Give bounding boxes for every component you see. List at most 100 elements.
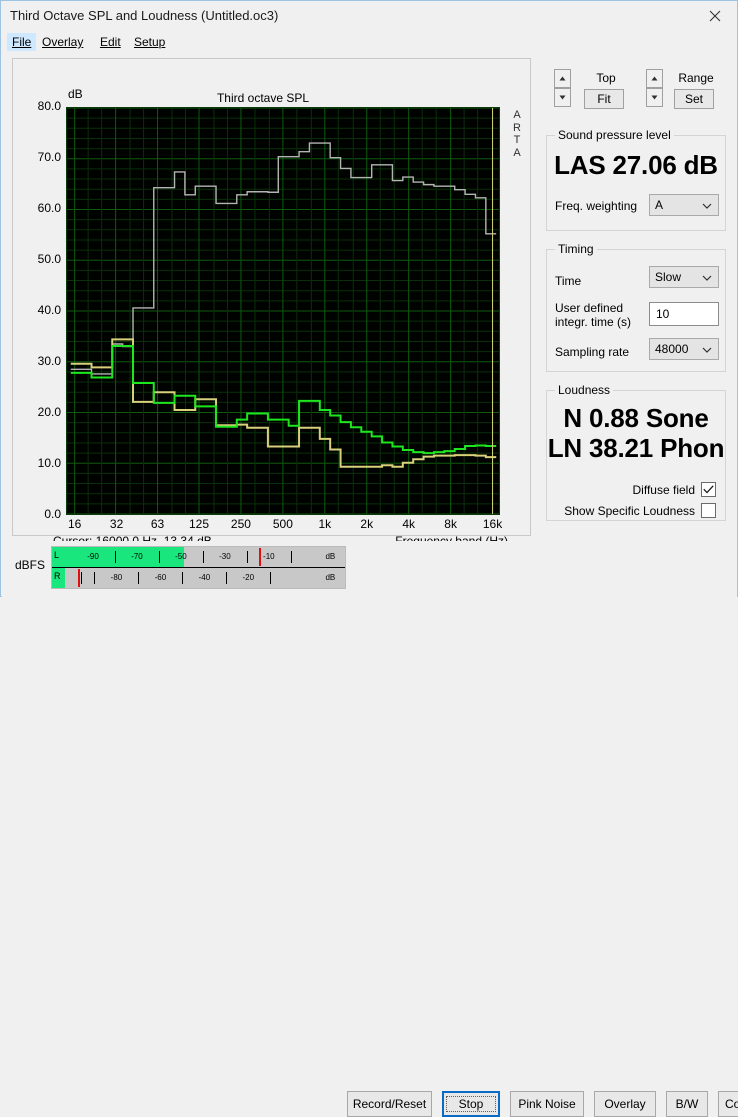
dbfs-label: dBFS	[15, 558, 45, 572]
timing-group: Timing Time Slow User defined integr. ti…	[546, 249, 726, 372]
y-axis-tick-label: 50.0	[38, 252, 61, 266]
menu-item-edit[interactable]: Edit	[95, 33, 126, 51]
menu-item-setup[interactable]: Setup	[129, 33, 170, 51]
integr-time-input[interactable]: 10	[649, 302, 719, 326]
level-meter-left-fill	[52, 547, 184, 567]
level-meter[interactable]: L -90-70-50-30-10dB R -80-60-40-20dB	[51, 546, 346, 589]
y-axis-tick-label: 10.0	[38, 456, 61, 470]
range-spinner[interactable]	[646, 69, 663, 107]
y-axis-tick-label: 20.0	[38, 405, 61, 419]
level-meter-tick-mark	[291, 551, 292, 563]
level-meter-tick-mark	[182, 572, 183, 584]
arta-watermark: ARTA	[508, 109, 526, 159]
y-axis-tick-label: 70.0	[38, 150, 61, 164]
menu-item-edit-label: Edit	[100, 35, 121, 49]
menu-item-overlay[interactable]: Overlay	[37, 33, 88, 51]
y-axis-tick-label: 30.0	[38, 354, 61, 368]
top-fit-button[interactable]: Fit	[584, 89, 624, 109]
level-meter-tick-label: -80	[111, 573, 123, 582]
spl-group-title: Sound pressure level	[555, 128, 674, 142]
integr-time-label-line1: User defined	[555, 301, 623, 315]
range-spinner-down-triangle-down-icon[interactable]	[646, 88, 663, 107]
freq-weighting-label: Freq. weighting	[555, 199, 637, 213]
copy-button[interactable]: Copy	[718, 1091, 738, 1117]
spl-plot-svg	[67, 108, 499, 514]
loudness-sone-value: N 0.88 Sone	[547, 403, 725, 434]
sampling-rate-value: 48000	[655, 342, 688, 356]
spl-plot-area[interactable]	[66, 107, 500, 515]
x-axis-tick-label: 16k	[483, 517, 502, 531]
x-axis-tick-label: 500	[273, 517, 293, 531]
level-meter-tick-mark	[138, 572, 139, 584]
level-meter-tick-mark	[115, 551, 116, 563]
y-axis-labels: 0.010.020.030.040.050.060.070.080.0	[13, 99, 63, 523]
record-reset-button[interactable]: Record/Reset	[347, 1091, 432, 1117]
checkmark-icon	[703, 485, 714, 494]
level-meter-tick-label: -10	[263, 552, 275, 561]
x-axis-tick-label: 8k	[444, 517, 457, 531]
range-label: Range	[666, 71, 726, 85]
series-trace	[71, 143, 496, 374]
pink-noise-button[interactable]: Pink Noise	[510, 1091, 584, 1117]
bottom-bar: dBFS L -90-70-50-30-10dB R -80-60-40-20d…	[2, 541, 737, 597]
loudness-group-title: Loudness	[555, 383, 613, 397]
level-meter-left-channel-label: L	[54, 550, 59, 560]
loudness-phon-value: LN 38.21 Phon	[547, 433, 725, 464]
sampling-rate-select[interactable]: 48000	[649, 338, 719, 360]
level-meter-tick-label: -20	[243, 573, 255, 582]
top-spinner-up-triangle-up-icon[interactable]	[554, 69, 571, 88]
y-axis-tick-label: 60.0	[38, 201, 61, 215]
level-meter-unit-label: dB	[325, 573, 335, 582]
show-specific-loudness-checkbox[interactable]	[701, 503, 716, 518]
time-label: Time	[555, 274, 581, 288]
range-set-button[interactable]: Set	[674, 89, 714, 109]
stop-button[interactable]: Stop	[442, 1091, 500, 1117]
window-title: Third Octave SPL and Loudness (Untitled.…	[10, 8, 278, 23]
arta-letter: A	[508, 147, 526, 160]
freq-weighting-select[interactable]: A	[649, 194, 719, 216]
level-meter-right-peak	[78, 569, 80, 587]
loudness-group: Loudness N 0.88 Sone LN 38.21 Phon Diffu…	[546, 390, 726, 521]
level-meter-tick-mark	[270, 572, 271, 584]
time-select[interactable]: Slow	[649, 266, 719, 288]
menu-bar: File Overlay Edit Setup	[1, 32, 737, 52]
freq-weighting-value: A	[655, 198, 663, 212]
menu-item-file-label: File	[12, 35, 31, 49]
chevron-down-icon	[702, 195, 712, 217]
overlay-button[interactable]: Overlay	[594, 1091, 656, 1117]
level-meter-left-row: L -90-70-50-30-10dB	[52, 547, 345, 567]
level-meter-tick-mark	[94, 572, 95, 584]
level-meter-tick-label: -50	[175, 552, 187, 561]
x-axis-tick-label: 63	[151, 517, 164, 531]
chart-panel: dB Third octave SPL 0.010.020.030.040.05…	[12, 58, 531, 536]
spl-value: LAS 27.06 dB	[547, 150, 725, 181]
level-meter-tick-label: -70	[131, 552, 143, 561]
stop-button-label: Stop	[446, 1096, 496, 1112]
level-meter-right-row: R -80-60-40-20dB	[52, 568, 345, 588]
title-bar: Third Octave SPL and Loudness (Untitled.…	[1, 1, 737, 31]
menu-item-file[interactable]: File	[7, 33, 36, 51]
bw-button[interactable]: B/W	[666, 1091, 708, 1117]
sampling-rate-label: Sampling rate	[555, 345, 629, 359]
range-spinner-up-triangle-up-icon[interactable]	[646, 69, 663, 88]
arta-letter: T	[508, 134, 526, 147]
chevron-down-icon	[702, 267, 712, 289]
arta-letter: R	[508, 122, 526, 135]
top-label: Top	[576, 71, 636, 85]
x-axis-tick-label: 32	[110, 517, 123, 531]
level-meter-tick-label: -90	[87, 552, 99, 561]
close-icon[interactable]	[692, 1, 737, 31]
top-spinner-down-triangle-down-icon[interactable]	[554, 88, 571, 107]
x-axis-tick-label: 125	[189, 517, 209, 531]
series-trace	[71, 339, 496, 466]
diffuse-field-row[interactable]: Diffuse field	[633, 482, 716, 497]
x-axis-labels: 1632631252505001k2k4k8k16k	[13, 517, 532, 533]
arta-letter: A	[508, 109, 526, 122]
level-meter-tick-mark	[203, 551, 204, 563]
level-meter-tick-mark	[159, 551, 160, 563]
level-meter-right-channel-label: R	[54, 571, 61, 581]
show-specific-loudness-row[interactable]: Show Specific Loudness	[564, 503, 716, 518]
top-spinner[interactable]	[554, 69, 571, 107]
diffuse-field-checkbox[interactable]	[701, 482, 716, 497]
timing-group-title: Timing	[555, 242, 597, 256]
